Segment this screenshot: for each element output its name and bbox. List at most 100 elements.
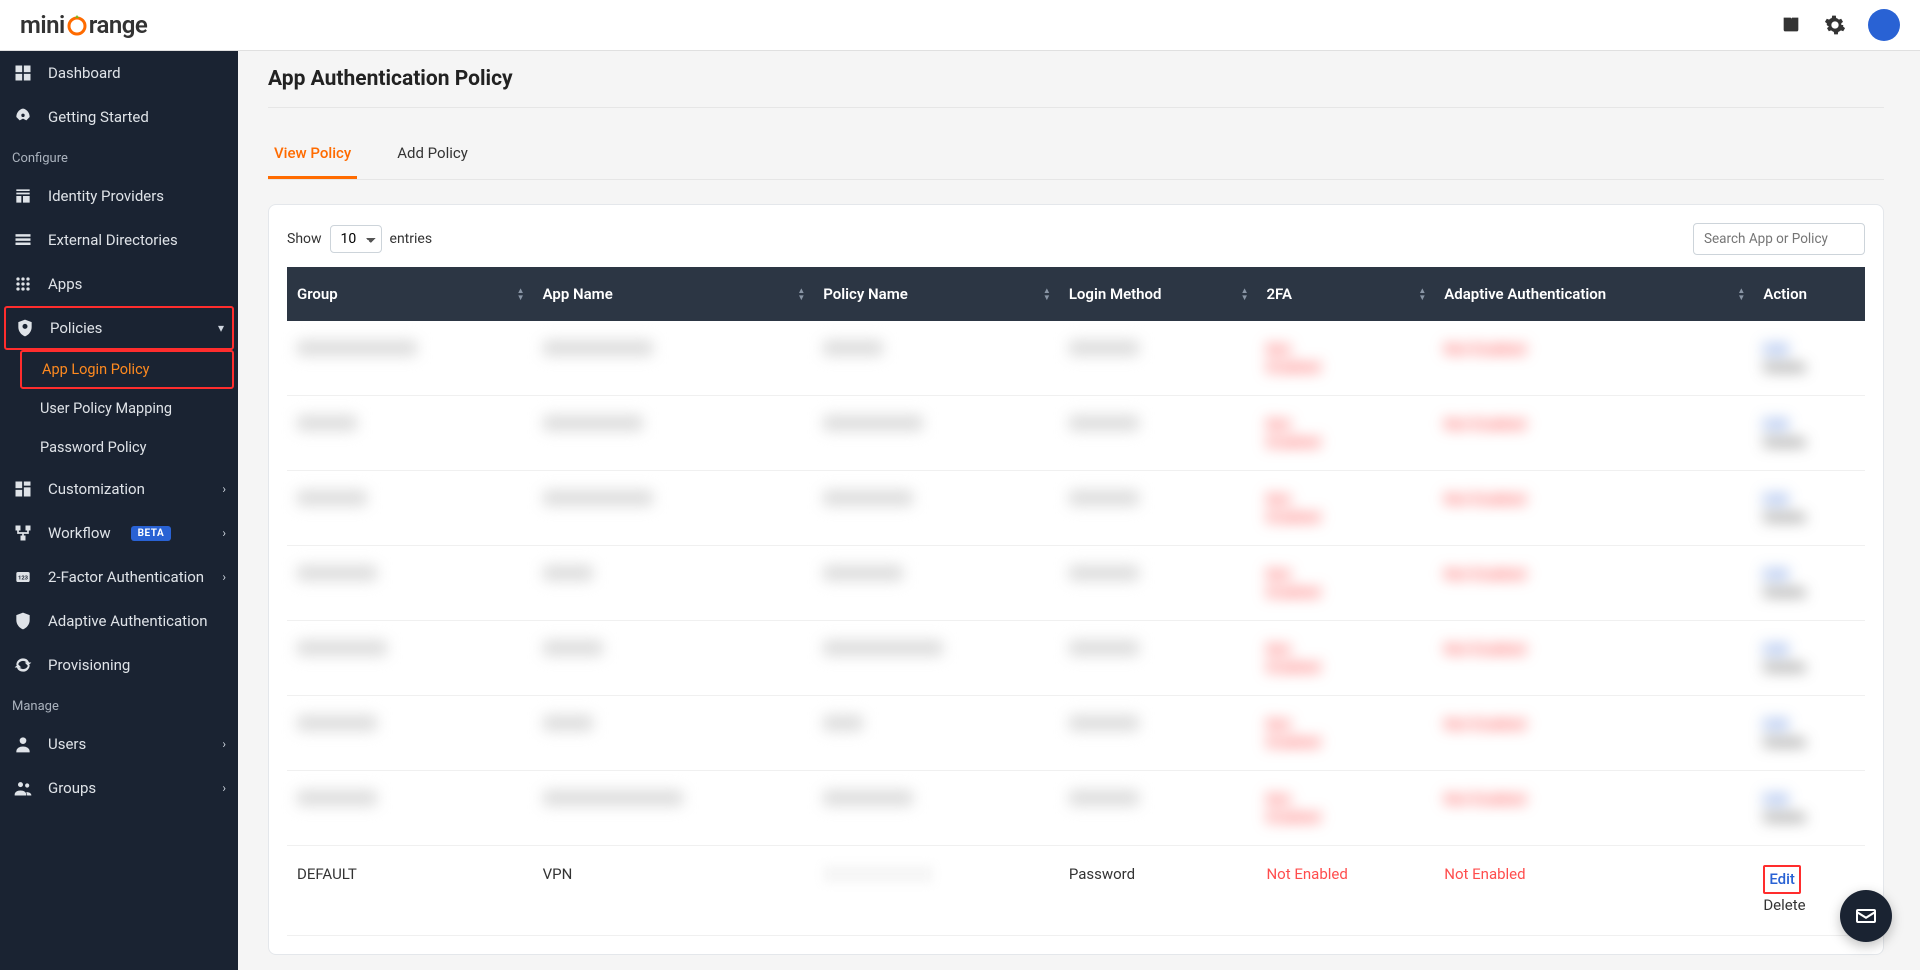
sidebar-item-label: Password Policy xyxy=(40,439,146,456)
tab-view-policy[interactable]: View Policy xyxy=(268,134,357,179)
two-factor-icon: 123 xyxy=(12,566,34,588)
sidebar-item-apps[interactable]: Apps xyxy=(0,262,238,306)
sidebar-item-label: Policies xyxy=(50,319,102,337)
sidebar-item-app-login-policy[interactable]: App Login Policy xyxy=(20,350,234,389)
show-label: Show xyxy=(287,231,322,247)
user-avatar[interactable] xyxy=(1868,9,1900,41)
cell-app-name: VPN xyxy=(533,846,814,936)
sidebar-item-2fa[interactable]: 123 2-Factor Authentication › xyxy=(0,555,238,599)
mail-icon xyxy=(1854,904,1878,928)
col-app-name[interactable]: App Name▲▼ xyxy=(533,267,814,321)
shield-icon xyxy=(14,317,36,339)
sidebar-item-label: Users xyxy=(48,735,86,753)
sidebar-item-label: Getting Started xyxy=(48,108,149,126)
workflow-icon xyxy=(12,522,34,544)
col-action: Action xyxy=(1753,267,1865,321)
brand-suffix: range xyxy=(89,11,148,39)
table-controls: Show 10 entries xyxy=(287,223,1865,255)
gear-icon[interactable] xyxy=(1824,14,1846,36)
main-content: App Authentication Policy View Policy Ad… xyxy=(238,51,1920,970)
sidebar-item-getting-started[interactable]: Getting Started xyxy=(0,95,238,139)
sidebar: Dashboard Getting Started Configure Iden… xyxy=(0,51,238,970)
tab-row: View Policy Add Policy xyxy=(268,134,1884,180)
col-2fa[interactable]: 2FA▲▼ xyxy=(1256,267,1434,321)
page-size-select[interactable]: 10 xyxy=(330,225,382,253)
sidebar-item-dashboard[interactable]: Dashboard xyxy=(0,51,238,95)
beta-badge: BETA xyxy=(131,526,172,541)
idp-icon xyxy=(12,185,34,207)
sidebar-item-customization[interactable]: Customization › xyxy=(0,467,238,511)
sidebar-item-policies[interactable]: Policies ▾ xyxy=(4,306,234,350)
table-row: NotEnabledNot EnabledEditDelete xyxy=(287,696,1865,771)
chevron-right-icon: › xyxy=(222,570,226,584)
brand-orange-icon xyxy=(65,13,89,37)
contact-mail-button[interactable] xyxy=(1840,890,1892,942)
user-icon xyxy=(12,733,34,755)
col-policy-name[interactable]: Policy Name▲▼ xyxy=(813,267,1059,321)
sidebar-section-manage: Manage xyxy=(0,687,238,722)
top-bar: mini range xyxy=(0,0,1920,51)
sidebar-item-provisioning[interactable]: Provisioning xyxy=(0,643,238,687)
sidebar-item-label: Provisioning xyxy=(48,656,130,674)
sidebar-item-label: App Login Policy xyxy=(42,361,150,378)
sidebar-section-configure: Configure xyxy=(0,139,238,174)
sidebar-item-users[interactable]: Users › xyxy=(0,722,238,766)
table-row: NotEnabledNot EnabledEditDelete xyxy=(287,471,1865,546)
cell-policy-name xyxy=(813,846,1059,936)
sidebar-item-label: Identity Providers xyxy=(48,187,164,205)
col-adaptive[interactable]: Adaptive Authentication▲▼ xyxy=(1434,267,1753,321)
groups-icon xyxy=(12,777,34,799)
sidebar-item-label: Adaptive Authentication xyxy=(48,612,208,630)
sidebar-item-label: Dashboard xyxy=(48,64,121,82)
chevron-right-icon: › xyxy=(222,781,226,795)
sidebar-item-external-directories[interactable]: External Directories xyxy=(0,218,238,262)
entries-label: entries xyxy=(390,231,433,247)
customization-icon xyxy=(12,478,34,500)
cell-login-method: Password xyxy=(1059,846,1257,936)
sidebar-item-label: Customization xyxy=(48,480,145,498)
directories-icon xyxy=(12,229,34,251)
chevron-down-icon: ▾ xyxy=(218,321,224,335)
topbar-actions xyxy=(1780,9,1900,41)
sidebar-item-user-policy-mapping[interactable]: User Policy Mapping xyxy=(0,389,238,428)
sidebar-item-label: User Policy Mapping xyxy=(40,400,172,417)
sidebar-item-label: 2-Factor Authentication xyxy=(48,568,204,586)
sync-icon xyxy=(12,654,34,676)
col-group[interactable]: Group▲▼ xyxy=(287,267,533,321)
col-login-method[interactable]: Login Method▲▼ xyxy=(1059,267,1257,321)
sidebar-item-adaptive-auth[interactable]: Adaptive Authentication xyxy=(0,599,238,643)
brand-logo[interactable]: mini range xyxy=(20,11,147,39)
search-input[interactable] xyxy=(1693,223,1865,255)
sidebar-item-workflow[interactable]: Workflow BETA › xyxy=(0,511,238,555)
sidebar-item-label: Workflow xyxy=(48,524,111,542)
cell-group: DEFAULT xyxy=(287,846,533,936)
policy-table-card: Show 10 entries Group▲▼ App Name▲▼ Polic… xyxy=(268,204,1884,955)
sidebar-item-identity-providers[interactable]: Identity Providers xyxy=(0,174,238,218)
tab-add-policy[interactable]: Add Policy xyxy=(391,134,474,179)
apps-icon xyxy=(12,273,34,295)
dashboard-icon xyxy=(12,62,34,84)
sidebar-item-label: External Directories xyxy=(48,231,178,249)
table-row: NotEnabledNot EnabledEditDelete xyxy=(287,321,1865,396)
table-row: NotEnabledNot EnabledEditDelete xyxy=(287,771,1865,846)
chevron-right-icon: › xyxy=(222,482,226,496)
chevron-right-icon: › xyxy=(222,737,226,751)
brand-prefix: mini xyxy=(20,11,65,39)
sidebar-item-label: Apps xyxy=(48,275,82,293)
sidebar-item-groups[interactable]: Groups › xyxy=(0,766,238,810)
sidebar-item-password-policy[interactable]: Password Policy xyxy=(0,428,238,467)
cell-2fa: Not Enabled xyxy=(1256,846,1434,936)
cell-adaptive: Not Enabled xyxy=(1434,846,1753,936)
page-title: App Authentication Policy xyxy=(268,63,1884,108)
sidebar-item-label: Groups xyxy=(48,779,96,797)
table-row-default-vpn: DEFAULT VPN Password Not Enabled Not Ena… xyxy=(287,846,1865,936)
policy-table: Group▲▼ App Name▲▼ Policy Name▲▼ Login M… xyxy=(287,267,1865,936)
table-row: NotEnabledNot EnabledEditDelete xyxy=(287,546,1865,621)
action-edit-link[interactable]: Edit xyxy=(1769,868,1795,891)
shield-check-icon xyxy=(12,610,34,632)
chevron-right-icon: › xyxy=(222,526,226,540)
docs-icon[interactable] xyxy=(1780,14,1802,36)
table-row: NotEnabledNot EnabledEditDelete xyxy=(287,396,1865,471)
svg-text:123: 123 xyxy=(18,576,29,582)
rocket-icon xyxy=(12,106,34,128)
